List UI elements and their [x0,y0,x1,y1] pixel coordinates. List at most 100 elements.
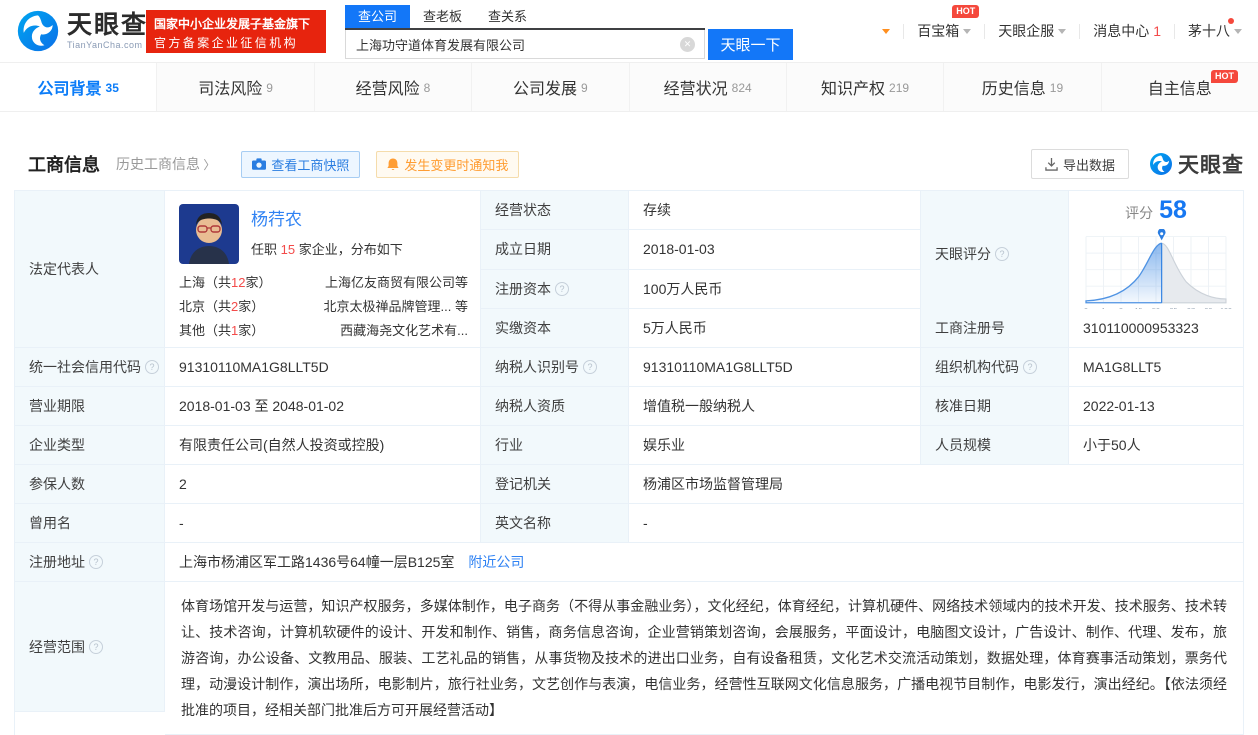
main-content: 工商信息 历史工商信息 查看工商快照 发生变更时通知我 导出数据 [0,149,1258,735]
help-icon[interactable] [555,281,569,296]
field-label: 组织机构代码 [935,359,1019,375]
nav-treasure-box[interactable]: HOT 百宝箱 [917,5,980,41]
field-value: 91310110MA1G8LLT5D [643,359,793,375]
view-snapshot-button[interactable]: 查看工商快照 [241,150,361,178]
search-area: 查公司 查老板 查关系 天眼一下 [345,5,793,60]
tab-company-development[interactable]: 公司发展 9 [472,63,630,111]
tenure-count: 15 [280,242,296,257]
search-tab-boss[interactable]: 查老板 [410,5,475,28]
field-value: 存续 [643,202,671,219]
tab-self-info[interactable]: 自主信息 HOT [1102,63,1258,111]
clear-search-icon[interactable] [680,37,695,52]
table-row: 法定代表人 杨荇农 任职 15 家企业，分布如下 上海（共12家） 上海亿友商贸… [15,191,1244,348]
dist-region: 北京 [179,299,206,314]
download-icon [1045,157,1058,171]
help-icon[interactable] [89,639,103,654]
field-label: 曾用名 [29,515,71,531]
notify-label: 发生变更时通知我 [404,157,509,173]
table-row: 曾用名 - 英文名称 - [15,504,1244,543]
field-value: 娱乐业 [643,437,685,453]
tianyan-score-cell: 评分 58 [1069,191,1244,317]
tab-operating-risk[interactable]: 经营风险 8 [315,63,473,111]
dist-pre: （共 [205,275,232,290]
help-icon[interactable] [89,555,103,569]
export-data-button[interactable]: 导出数据 [1030,149,1129,179]
divider [1174,23,1175,39]
score-value: 58 [1159,196,1187,224]
section-title: 工商信息 [28,155,100,175]
dist-company: 北京太极禅品牌管理... 等 [323,299,468,314]
tianyancha-logo[interactable]: 天眼查 TianYanCha.com [16,9,148,53]
dist-pre: （共 [205,323,232,338]
tab-count: 8 [423,81,431,95]
business-scope-text: 体育场馆开发与运营，知识产权服务，多媒体制作，电子商务（不得从事金融业务），文化… [165,582,1244,735]
avatar[interactable] [179,204,239,264]
tab-intellectual-property[interactable]: 知识产权 219 [787,63,945,111]
tab-operating-status[interactable]: 经营状况 824 [630,63,787,111]
dist-count: 12 [231,275,246,290]
tab-count: 19 [1049,81,1064,95]
list-item[interactable]: 其他（共1家） 西藏海尧文化艺术有... [179,319,468,343]
nearby-companies-link[interactable]: 附近公司 [468,552,524,572]
registered-address: 上海市杨浦区军工路1436号64幢一层B125室 [179,554,455,570]
hot-badge: HOT [1211,70,1238,83]
tab-history-info[interactable]: 历史信息 19 [944,63,1102,111]
field-label: 纳税人识别号 [495,359,579,375]
field-value: 100万人民币 [643,280,723,297]
apps-dropdown-icon[interactable] [882,28,891,34]
tianyancha-watermark: 天眼查 [1149,149,1244,179]
watermark-text: 天眼查 [1178,154,1244,177]
field-label: 天眼评分 [935,245,991,262]
dist-region: 其他 [179,323,206,338]
logo-domain: TianYanCha.com [67,39,143,50]
chevron-down-icon [1234,28,1242,34]
help-icon[interactable] [995,246,1009,261]
nav-user-menu[interactable]: 茅十八 [1188,18,1242,41]
list-item[interactable]: 上海（共12家） 上海亿友商贸有限公司等 [179,271,468,295]
search-button[interactable]: 天眼一下 [708,29,793,60]
badge-line1: 国家中小企业发展子基金旗下 [154,17,311,31]
hot-badge: HOT [952,5,980,18]
tianyancha-swirl-icon [17,10,59,52]
notification-dot [1228,18,1234,24]
notify-on-change-button[interactable]: 发生变更时通知我 [376,150,520,178]
tab-company-background[interactable]: 公司背景 35 [0,63,158,111]
tab-label: 司法风险 [198,81,263,98]
messages-label: 消息中心 [1093,23,1150,39]
field-label: 纳税人资质 [495,398,565,414]
company-distribution: 上海（共12家） 上海亿友商贸有限公司等 北京（共2家） 北京太极禅品牌管理..… [179,271,468,343]
legal-rep-name-link[interactable]: 杨荇农 [251,205,403,230]
field-value: 2018-01-03 至 2048-01-02 [179,398,345,414]
nav-enterprise-service[interactable]: 天眼企服 [998,21,1067,41]
score-column: 天眼评分 评分 58 [921,191,1244,348]
search-input[interactable] [345,30,705,59]
tab-judicial-risk[interactable]: 司法风险 9 [157,63,315,111]
export-label: 导出数据 [1062,157,1115,173]
nav-message-center[interactable]: 消息中心 1 [1093,21,1161,41]
list-item[interactable]: 北京（共2家） 北京太极禅品牌管理... 等 [179,295,468,319]
field-value: 5万人民币 [643,319,707,336]
field-label: 登记机关 [495,476,551,492]
help-icon[interactable] [583,360,597,374]
tab-label: 公司发展 [512,81,577,98]
dist-post: 家） [238,323,265,338]
tab-count: 824 [731,81,752,95]
chevron-down-icon [1058,28,1067,34]
table-row: 企业类型 有限责任公司(自然人投资或控股) 行业 娱乐业 人员规模 小于50人 [15,426,1244,465]
field-value: 91310110MA1G8LLT5D [179,359,329,375]
search-tab-relation[interactable]: 查关系 [475,5,540,28]
gov-certification-badge: 国家中小企业发展子基金旗下 官方备案企业征信机构 [146,10,326,53]
top-right-nav: HOT 百宝箱 天眼企服 消息中心 1 茅十八 [882,0,1242,62]
company-tabbar: 公司背景 35 司法风险 9 经营风险 8 公司发展 9 经营状况 824 知识… [0,62,1258,112]
help-icon[interactable] [145,360,159,374]
divider [984,23,986,39]
field-label: 企业类型 [29,437,85,453]
tab-count: 9 [266,81,273,95]
table-row: 注册地址 上海市杨浦区军工路1436号64幢一层B125室 附近公司 [15,543,1244,582]
search-tab-company[interactable]: 查公司 [345,5,411,28]
history-business-info-link[interactable]: 历史工商信息 [116,154,215,174]
logo-text: 天眼查 [67,10,149,39]
field-value: 2022-01-13 [1083,398,1155,414]
snapshot-label: 查看工商快照 [271,157,350,173]
help-icon[interactable] [1023,360,1037,374]
